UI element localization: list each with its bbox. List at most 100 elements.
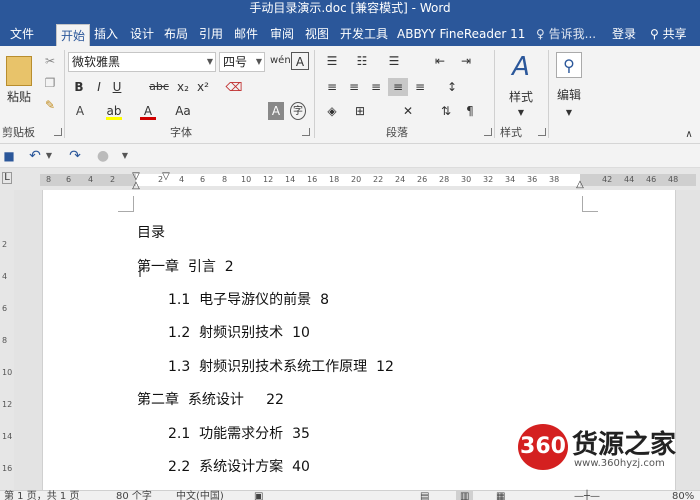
- align-right-icon[interactable]: ≡: [366, 78, 386, 96]
- tab-review[interactable]: 审阅: [270, 22, 294, 46]
- paste-icon[interactable]: [6, 56, 32, 86]
- styles-icon[interactable]: A: [506, 52, 536, 82]
- character-shading-icon[interactable]: A: [268, 102, 284, 120]
- tab-design[interactable]: 设计: [130, 22, 154, 46]
- format-painter-icon[interactable]: ✎: [42, 96, 58, 114]
- highlight-icon[interactable]: ab: [106, 102, 122, 120]
- print-layout-icon[interactable]: ▥: [456, 491, 474, 500]
- tab-layout[interactable]: 布局: [164, 22, 188, 46]
- decrease-indent-icon[interactable]: ⇤: [430, 52, 450, 70]
- justify-icon[interactable]: ≡: [388, 78, 408, 96]
- zoom-slider[interactable]: —┼—: [574, 491, 600, 500]
- align-left-icon[interactable]: ≡: [322, 78, 342, 96]
- share-label: 共享: [662, 27, 687, 41]
- ruler-tick: 46: [646, 175, 657, 184]
- search-icon[interactable]: ⚲: [556, 52, 582, 78]
- editing-button[interactable]: 编辑: [552, 86, 586, 104]
- change-case-button[interactable]: Aa: [172, 102, 194, 120]
- tab-developer[interactable]: 开发工具: [340, 22, 388, 46]
- font-family-select[interactable]: 微软雅黑 ▼: [68, 52, 216, 72]
- strikethrough-button[interactable]: abc: [148, 78, 170, 96]
- borders-icon[interactable]: ⊞: [350, 102, 370, 120]
- shading-icon[interactable]: ◈: [322, 102, 342, 120]
- bullets-icon[interactable]: ☰: [322, 52, 342, 70]
- bold-button[interactable]: B: [72, 78, 86, 96]
- macro-icon[interactable]: ▣: [254, 491, 263, 500]
- increase-indent-icon[interactable]: ⇥: [456, 52, 476, 70]
- tab-references[interactable]: 引用: [199, 22, 223, 46]
- paste-button[interactable]: 粘贴: [4, 88, 34, 106]
- lightbulb-icon: ♀: [536, 27, 545, 41]
- font-color-button[interactable]: A: [140, 102, 156, 120]
- paragraph-launcher-icon[interactable]: [484, 128, 492, 136]
- phonetic-guide-icon[interactable]: wén: [270, 52, 291, 70]
- show-marks-icon[interactable]: ¶: [462, 102, 478, 120]
- align-center-icon[interactable]: ≡: [344, 78, 364, 96]
- group-separator: [314, 50, 315, 138]
- collapse-ribbon-icon[interactable]: ∧: [682, 126, 696, 144]
- ruler-tick: 36: [527, 175, 538, 184]
- text-effects-icon[interactable]: A: [72, 102, 88, 120]
- ribbon-tabs: 文件 开始 插入 设计 布局 引用 邮件 审阅 视图 开发工具 ABBYY Fi…: [0, 22, 700, 46]
- sort-icon[interactable]: ⇅: [436, 102, 456, 120]
- numbering-icon[interactable]: ☷: [352, 52, 372, 70]
- circle-icon[interactable]: ●: [96, 147, 110, 165]
- vertical-ruler[interactable]: 2 4 6 8 10 12 14 16: [0, 190, 14, 490]
- tab-selector-icon[interactable]: L: [2, 172, 12, 184]
- font-launcher-icon[interactable]: [302, 128, 310, 136]
- tab-mailings[interactable]: 邮件: [234, 22, 258, 46]
- tell-me-text: 告诉我...: [548, 27, 597, 41]
- chinese-layout-icon[interactable]: ✕: [396, 102, 420, 120]
- ruler-tick: 6: [200, 175, 206, 184]
- language-status[interactable]: 中文(中国): [176, 491, 224, 500]
- clipboard-launcher-icon[interactable]: [54, 128, 62, 136]
- italic-button[interactable]: I: [92, 78, 106, 96]
- watermark-url: www.360hyzj.com: [574, 458, 665, 469]
- tell-me-box[interactable]: ♀ 告诉我...: [536, 22, 596, 46]
- chevron-down-icon: ▼: [255, 57, 262, 66]
- chevron-down-icon[interactable]: ▼: [44, 147, 54, 165]
- page-count[interactable]: 第 1 页，共 1 页: [4, 491, 79, 500]
- zoom-level[interactable]: 80%: [672, 491, 694, 500]
- distributed-icon[interactable]: ≡: [410, 78, 430, 96]
- line-spacing-icon[interactable]: ↕: [440, 78, 464, 96]
- tab-file[interactable]: 文件: [10, 22, 34, 46]
- login-button[interactable]: 登录: [612, 22, 636, 46]
- enclose-characters-icon[interactable]: 字: [290, 102, 306, 120]
- font-family-value: 微软雅黑: [72, 55, 121, 69]
- tab-insert[interactable]: 插入: [94, 22, 118, 46]
- ruler-tick: 44: [624, 175, 635, 184]
- undo-icon[interactable]: ↶: [26, 147, 44, 165]
- tab-view[interactable]: 视图: [305, 22, 329, 46]
- font-size-select[interactable]: 四号 ▼: [219, 52, 265, 72]
- toc-entry: 1.2 射频识别技术 10: [168, 325, 310, 341]
- underline-button[interactable]: U: [110, 78, 124, 96]
- superscript-button[interactable]: x²: [195, 78, 211, 96]
- styles-launcher-icon[interactable]: [538, 128, 546, 136]
- vruler-tick: 6: [2, 304, 8, 313]
- ruler-tick: 24: [395, 175, 406, 184]
- save-icon[interactable]: ■: [2, 147, 16, 165]
- vruler-tick: 10: [2, 368, 13, 377]
- margin-corner-mark: [582, 196, 598, 212]
- word-count[interactable]: 80 个字: [116, 491, 152, 500]
- window-title: 手动目录演示.doc [兼容模式] - Word: [249, 1, 451, 15]
- tab-abbyy[interactable]: ABBYY FineReader 11: [397, 22, 525, 46]
- multilevel-list-icon[interactable]: ☰: [384, 52, 404, 70]
- share-button[interactable]: ⚲ 共享: [650, 22, 687, 46]
- subscript-button[interactable]: x₂: [175, 78, 191, 96]
- copy-icon[interactable]: ❐: [42, 74, 58, 92]
- tab-home[interactable]: 开始: [56, 24, 91, 46]
- cut-icon[interactable]: ✂: [42, 52, 58, 70]
- indent-marker-icon[interactable]: ▽ △: [131, 172, 141, 191]
- clear-formatting-icon[interactable]: ⌫: [225, 78, 243, 96]
- web-layout-icon[interactable]: ▦: [496, 491, 505, 500]
- ruler-tick: 8: [46, 175, 52, 184]
- character-border-icon[interactable]: A: [291, 52, 309, 70]
- customize-toolbar-icon[interactable]: ▼: [120, 147, 130, 165]
- tab-stop-icon[interactable]: ▽: [161, 168, 171, 186]
- read-mode-icon[interactable]: ▤: [420, 491, 429, 500]
- ruler-tick: 48: [668, 175, 679, 184]
- redo-icon[interactable]: ↷: [66, 147, 84, 165]
- toc-entry: 第二章 系统设计 22: [137, 392, 284, 408]
